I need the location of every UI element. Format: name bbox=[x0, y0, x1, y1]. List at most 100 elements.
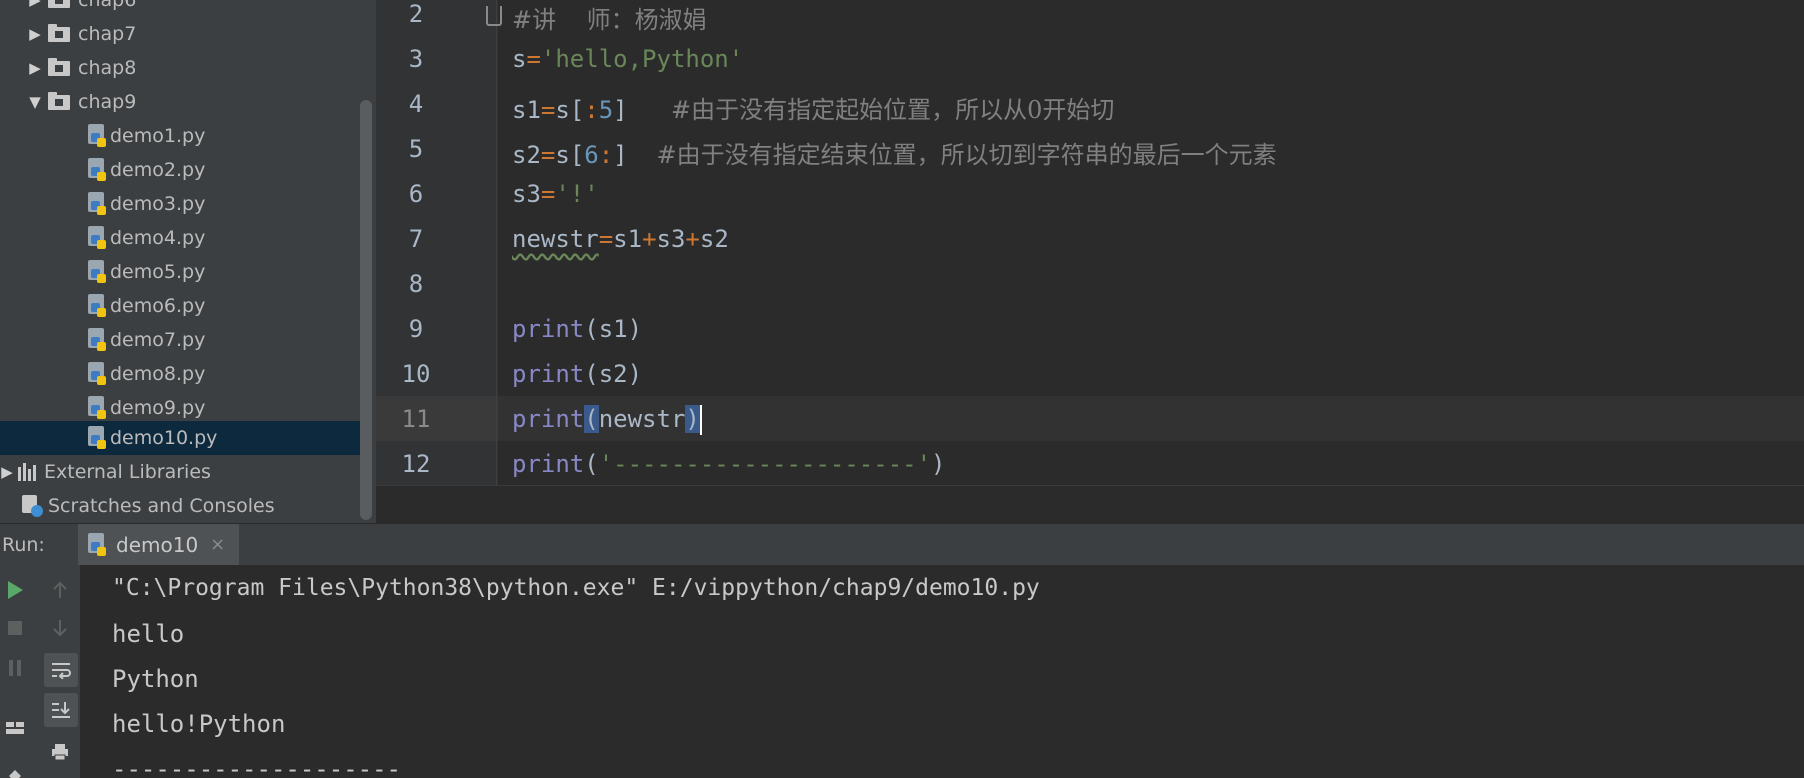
identifier: s bbox=[512, 45, 527, 73]
tree-file-demo1[interactable]: demo1.py bbox=[0, 119, 360, 153]
operator: : bbox=[598, 141, 614, 169]
expand-arrow-icon[interactable]: ▶ bbox=[0, 463, 14, 481]
identifier: s bbox=[555, 96, 570, 124]
project-tree-panel: ▶ chap6 ▶ chap7 ▶ chap8 ▼ chap9 demo1.py… bbox=[0, 0, 376, 523]
code-line-12[interactable]: print('---------------------') bbox=[512, 450, 946, 478]
builtin-function: print bbox=[512, 450, 585, 478]
builtin-function: print bbox=[512, 405, 585, 433]
code-line-2[interactable]: #讲 师：杨淑娟 bbox=[512, 0, 707, 35]
run-toolbar bbox=[0, 565, 80, 778]
code-line-3[interactable]: s='hello,Python' bbox=[512, 45, 743, 73]
operator: + bbox=[685, 225, 700, 253]
stop-icon[interactable] bbox=[0, 613, 30, 643]
tree-external-libraries[interactable]: ▶ External Libraries bbox=[0, 455, 360, 489]
file-label: demo5.py bbox=[110, 261, 206, 283]
pin-icon[interactable] bbox=[0, 761, 30, 778]
operator: + bbox=[642, 225, 657, 253]
builtin-function: print bbox=[512, 360, 585, 388]
code-line-5[interactable]: s2=s[6:] #由于没有指定结束位置，所以切到字符串的最后一个元素 bbox=[512, 135, 1277, 170]
tree-file-demo4[interactable]: demo4.py bbox=[0, 221, 360, 255]
python-file-icon bbox=[86, 192, 108, 216]
tree-label: Scratches and Consoles bbox=[48, 495, 275, 517]
line-number: 10 bbox=[401, 360, 431, 388]
tree-file-demo10[interactable]: demo10.py bbox=[0, 421, 360, 455]
print-icon[interactable] bbox=[45, 737, 75, 767]
identifier: newstr bbox=[512, 225, 599, 253]
code-line-4[interactable]: s1=s[:5] #由于没有指定起始位置，所以从0开始切 bbox=[512, 90, 1114, 125]
layout-icon[interactable] bbox=[0, 713, 30, 743]
soft-wrap-icon[interactable] bbox=[44, 653, 78, 687]
console-line: Python bbox=[112, 665, 199, 693]
tree-file-demo7[interactable]: demo7.py bbox=[0, 323, 360, 357]
identifier: s2 bbox=[699, 225, 729, 253]
code-line-11[interactable]: print(newstr) bbox=[512, 405, 702, 435]
file-label: demo3.py bbox=[110, 193, 206, 215]
line-number: 9 bbox=[408, 315, 424, 343]
tree-folder-chap6[interactable]: ▶ chap6 bbox=[0, 0, 360, 17]
tree-folder-chap9[interactable]: ▼ chap9 bbox=[0, 85, 360, 119]
arguments: (s1) bbox=[584, 315, 643, 343]
fold-icon[interactable] bbox=[486, 6, 502, 26]
tree-file-demo3[interactable]: demo3.py bbox=[0, 187, 360, 221]
matched-bracket: ) bbox=[685, 405, 700, 433]
operator: = bbox=[540, 180, 556, 208]
folder-icon bbox=[48, 91, 70, 110]
file-label: demo1.py bbox=[110, 125, 206, 147]
line-number: 12 bbox=[401, 450, 431, 478]
line-number: 5 bbox=[408, 135, 424, 163]
code-line-9[interactable]: print(s1) bbox=[512, 315, 642, 343]
python-file-icon bbox=[86, 226, 108, 250]
scroll-to-end-icon[interactable] bbox=[44, 693, 78, 727]
code-line-6[interactable]: s3='!' bbox=[512, 180, 599, 208]
expand-arrow-icon[interactable]: ▶ bbox=[26, 0, 44, 9]
run-tab-demo10[interactable]: demo10 × bbox=[78, 523, 240, 566]
arguments: (s2) bbox=[584, 360, 643, 388]
tree-folder-chap7[interactable]: ▶ chap7 bbox=[0, 17, 360, 51]
tree-file-demo5[interactable]: demo5.py bbox=[0, 255, 360, 289]
play-icon[interactable] bbox=[0, 575, 30, 605]
tree-scrollbar[interactable] bbox=[360, 100, 372, 520]
tree-file-demo8[interactable]: demo8.py bbox=[0, 357, 360, 391]
collapse-arrow-icon[interactable]: ▼ bbox=[26, 93, 44, 111]
bracket: [ bbox=[569, 141, 585, 169]
line-number: 7 bbox=[408, 225, 424, 253]
tree-file-demo9[interactable]: demo9.py bbox=[0, 391, 360, 425]
run-console-output[interactable]: "C:\Program Files\Python38\python.exe" E… bbox=[80, 565, 1804, 778]
file-label: demo4.py bbox=[110, 227, 206, 249]
identifier: newstr bbox=[598, 405, 686, 433]
tree-label: External Libraries bbox=[44, 461, 211, 483]
identifier: s bbox=[555, 141, 570, 169]
expand-arrow-icon[interactable]: ▶ bbox=[26, 25, 44, 43]
identifier: s3 bbox=[512, 180, 541, 208]
gutter-separator bbox=[496, 0, 497, 485]
run-label: Run: bbox=[2, 533, 45, 556]
python-file-icon bbox=[86, 426, 108, 450]
tree-file-demo2[interactable]: demo2.py bbox=[0, 153, 360, 187]
code-line-7[interactable]: newstr=s1+s3+s2 bbox=[512, 225, 729, 253]
code-line-10[interactable]: print(s2) bbox=[512, 360, 642, 388]
operator: = bbox=[540, 96, 556, 124]
arrow-down-icon[interactable] bbox=[45, 613, 75, 643]
operator: : bbox=[584, 96, 599, 124]
python-file-icon bbox=[86, 260, 108, 284]
file-label: demo8.py bbox=[110, 363, 206, 385]
bracket: [ bbox=[569, 96, 585, 124]
matched-bracket: ( bbox=[584, 405, 599, 433]
close-icon[interactable]: × bbox=[210, 534, 225, 555]
string-literal: '---------------------' bbox=[598, 450, 932, 478]
text-caret bbox=[699, 405, 702, 435]
bracket: ( bbox=[584, 450, 599, 478]
tree-folder-chap8[interactable]: ▶ chap8 bbox=[0, 51, 360, 85]
folder-label: chap6 bbox=[78, 0, 137, 11]
folder-label: chap7 bbox=[78, 23, 137, 45]
pause-icon[interactable] bbox=[0, 653, 30, 683]
expand-arrow-icon[interactable]: ▶ bbox=[26, 59, 44, 77]
line-number: 4 bbox=[408, 90, 424, 118]
tree-scratches[interactable]: Scratches and Consoles bbox=[0, 489, 360, 523]
arrow-up-icon[interactable] bbox=[45, 575, 75, 605]
code-editor[interactable]: 2 3 4 5 6 7 8 9 10 11 12 #讲 师：杨淑娟 s='hel… bbox=[376, 0, 1804, 523]
file-label: demo10.py bbox=[110, 427, 218, 449]
bracket: ] bbox=[613, 96, 628, 124]
python-file-icon bbox=[86, 532, 108, 557]
tree-file-demo6[interactable]: demo6.py bbox=[0, 289, 360, 323]
